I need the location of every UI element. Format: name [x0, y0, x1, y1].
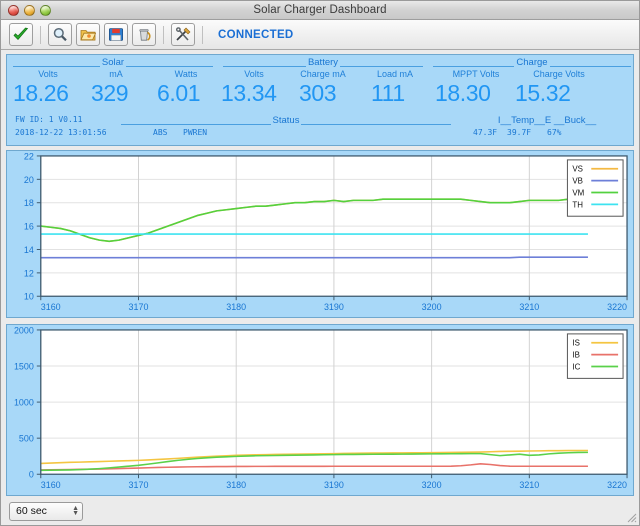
svg-text:1500: 1500 [14, 361, 34, 371]
svg-text:3200: 3200 [422, 480, 442, 490]
group-label-charge: Charge [514, 57, 550, 68]
firmware-id: FW ID: 1 V0.11 [15, 115, 83, 124]
toolbar-divider-2 [163, 25, 164, 44]
svg-text:10: 10 [24, 292, 34, 302]
header-charge-ma: Charge mA [300, 69, 346, 79]
header-charge-volts: Charge Volts [533, 69, 585, 79]
svg-text:3210: 3210 [519, 480, 539, 490]
buck-percent: 67% [547, 128, 562, 137]
value-charge-ma: 303 [299, 80, 337, 106]
title-bar: Solar Charger Dashboard [1, 1, 639, 20]
voltage-chart-canvas: 10 12 14 16 18 20 22 3160 3170 3180 3190 3200 3210 32… [24, 151, 628, 312]
save-button[interactable] [104, 23, 128, 46]
delete-button[interactable] [132, 23, 156, 46]
svg-text:3190: 3190 [324, 302, 344, 312]
magnifier-icon [53, 27, 67, 42]
footer-bar: 60 sec ▲ ▼ [1, 497, 639, 525]
status-rule: Status [121, 115, 451, 127]
svg-text:1000: 1000 [14, 398, 34, 408]
svg-text:500: 500 [19, 434, 34, 444]
svg-text:IC: IC [572, 362, 580, 371]
svg-text:3180: 3180 [226, 480, 246, 490]
svg-text:14: 14 [24, 245, 34, 255]
timestamp: 2018-12-22 13:01:56 [15, 128, 107, 137]
temp-internal: 47.3F [473, 128, 498, 137]
svg-text:3160: 3160 [41, 302, 61, 312]
group-rule-battery: Battery [223, 57, 423, 69]
svg-text:0: 0 [29, 470, 34, 480]
resize-grip-icon[interactable] [624, 510, 637, 523]
group-rule-solar: Solar [13, 57, 213, 69]
header-solar-watts: Watts [174, 69, 198, 79]
floppy-save-icon [108, 28, 123, 41]
svg-text:3200: 3200 [422, 302, 442, 312]
value-battery-volts: 13.34 [221, 80, 277, 106]
tools-icon [176, 27, 191, 41]
tempbuck-rule-label: I__Temp__E __Buck__ [497, 115, 597, 126]
status-flag-pwren: PWREN [183, 128, 208, 137]
value-solar-ma: 329 [91, 80, 129, 106]
interval-select[interactable]: 60 sec ▲ ▼ [9, 501, 83, 521]
svg-text:18: 18 [24, 198, 34, 208]
svg-text:3220: 3220 [607, 480, 627, 490]
toolbar-divider-3 [202, 25, 203, 44]
svg-text:16: 16 [24, 222, 34, 232]
header-battery-volts: Volts [244, 69, 264, 79]
svg-text:3220: 3220 [607, 302, 627, 312]
charts-container: 10 12 14 16 18 20 22 3160 3170 3180 3190 3200 3210 32… [1, 146, 639, 497]
check-button[interactable] [9, 23, 33, 46]
header-mppt-volts: MPPT Volts [452, 69, 500, 79]
window-title: Solar Charger Dashboard [253, 4, 387, 16]
open-button[interactable] [76, 23, 100, 46]
trash-icon [139, 29, 151, 41]
temp-external: 39.7F [507, 128, 532, 137]
status-flag-abs: ABS [153, 128, 168, 137]
open-folder-icon [80, 30, 96, 41]
connection-status: CONNECTED [218, 28, 294, 41]
svg-text:3170: 3170 [129, 480, 149, 490]
group-label-battery: Battery [305, 57, 341, 68]
header-load-ma: Load mA [376, 69, 414, 79]
current-chart[interactable]: 0 500 1000 1500 2000 3160 3170 3180 3190 3200 3210… [6, 324, 634, 496]
app-window: Solar Charger Dashboard CONNECTED Solar … [0, 0, 640, 526]
value-solar-watts: 6.01 [157, 80, 201, 106]
value-load-ma: 111 [371, 80, 405, 106]
svg-text:3160: 3160 [41, 480, 61, 490]
svg-text:2000: 2000 [14, 325, 34, 335]
svg-text:3190: 3190 [324, 480, 344, 490]
search-button[interactable] [48, 23, 72, 46]
value-charge-volts: 15.32 [515, 80, 571, 106]
readout-panel: Solar Battery Charge Volts mA Watts Volt… [6, 54, 634, 146]
header-solar-volts: Volts [38, 69, 58, 79]
svg-text:3180: 3180 [226, 302, 246, 312]
tempbuck-rule: I__Temp__E __Buck__ [467, 115, 627, 127]
toolbar: CONNECTED [1, 20, 639, 50]
svg-text:VM: VM [572, 188, 584, 197]
current-chart-canvas: 0 500 1000 1500 2000 3160 3170 3180 3190 3200 3210… [14, 325, 628, 490]
svg-text:IB: IB [572, 351, 580, 360]
voltage-chart[interactable]: 10 12 14 16 18 20 22 3160 3170 3180 3190 3200 3210 32… [6, 150, 634, 318]
check-icon [13, 27, 29, 41]
svg-text:VB: VB [572, 177, 583, 186]
svg-text:22: 22 [24, 151, 34, 161]
value-solar-volts: 18.26 [13, 80, 69, 106]
header-solar-ma: mA [109, 69, 123, 79]
toolbar-divider [40, 25, 41, 44]
svg-text:3170: 3170 [129, 302, 149, 312]
tools-button[interactable] [171, 23, 195, 46]
svg-text:20: 20 [24, 175, 34, 185]
svg-text:3210: 3210 [519, 302, 539, 312]
group-label-solar: Solar [99, 57, 127, 68]
group-rule-charge: Charge [433, 57, 631, 69]
status-rule-label: Status [270, 115, 302, 126]
svg-text:12: 12 [24, 268, 34, 278]
interval-select-value: 60 sec [16, 505, 47, 517]
stepper-icon: ▲ ▼ [72, 505, 79, 517]
svg-text:IS: IS [572, 339, 580, 348]
svg-text:TH: TH [572, 200, 583, 209]
value-mppt-volts: 18.30 [435, 80, 491, 106]
svg-text:VS: VS [572, 165, 583, 174]
